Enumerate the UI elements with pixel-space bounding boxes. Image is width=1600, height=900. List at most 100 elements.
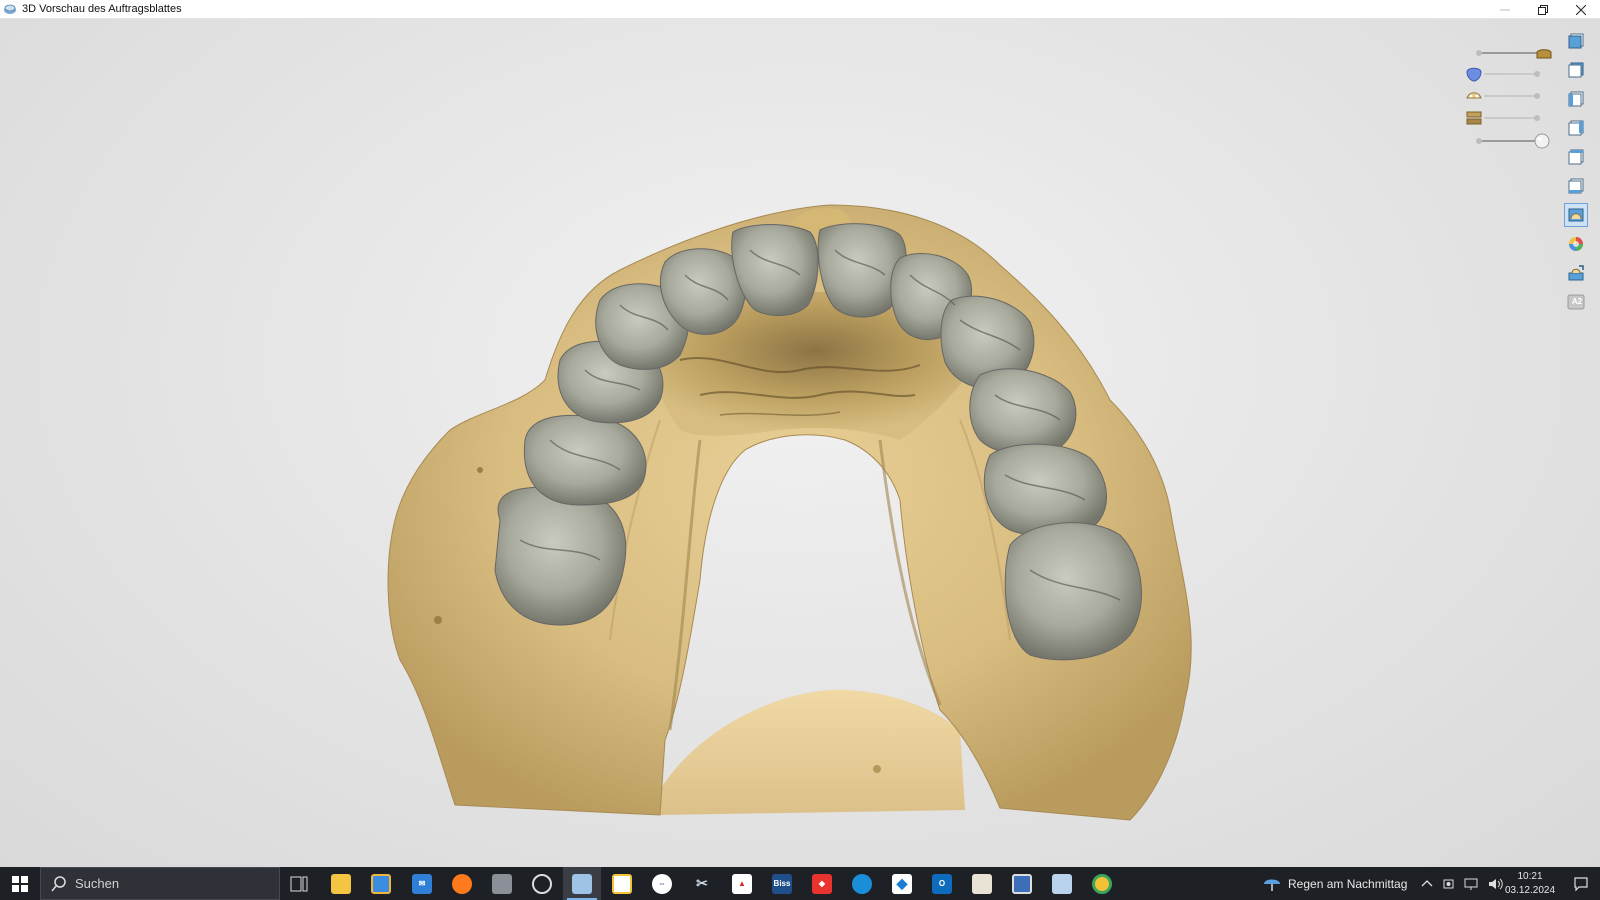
view-back-button[interactable] (1564, 58, 1588, 82)
view-occlusal-icon (1568, 208, 1584, 222)
view-top-button[interactable] (1564, 145, 1588, 169)
view-toolbar: A2 (1564, 29, 1590, 319)
taskbar-scissors-app[interactable]: ✂ (683, 867, 721, 900)
model-base-icon (1536, 49, 1552, 59)
file-explorer-icon (331, 873, 351, 894)
close-button[interactable] (1562, 0, 1600, 19)
dental-viewer-icon (572, 873, 592, 894)
outlook-icon: O (932, 873, 952, 894)
dental-lab-icon (972, 873, 992, 894)
windows-icon (12, 875, 28, 892)
articulator-icon (1466, 111, 1482, 125)
taskbar-calculator[interactable] (1043, 867, 1081, 900)
taskbar-task-view[interactable] (280, 867, 318, 900)
start-button[interactable] (0, 867, 40, 900)
view-front-button[interactable] (1564, 29, 1588, 53)
taskbar-remote-desktop[interactable] (1003, 867, 1041, 900)
taskbar-teamviewer[interactable]: ⇔ (643, 867, 681, 900)
chevron-up-icon[interactable] (1420, 877, 1434, 891)
anydesk-icon: ◆ (812, 873, 832, 894)
slider-upper-jaw[interactable] (1464, 86, 1546, 106)
title-bar: 3D Vorschau des Auftragsblattes (0, 0, 1600, 19)
chrome-like-icon (612, 873, 632, 894)
teamviewer-icon: ⇔ (652, 873, 672, 894)
clock-date: 03.12.2024 (1504, 885, 1556, 896)
taskbar-firefox[interactable] (443, 867, 481, 900)
view-bottom-button[interactable] (1564, 174, 1588, 198)
taskbar-circle-app[interactable] (523, 867, 561, 900)
weather-text: Regen am Nachmittag (1288, 876, 1408, 891)
dental-model[interactable] (0, 19, 1600, 867)
weather-widget[interactable]: Regen am Nachmittag (1262, 867, 1407, 900)
view-occlusal-button[interactable] (1564, 203, 1588, 227)
chrome-icon (1092, 873, 1112, 894)
firefox-icon (452, 873, 472, 894)
search-box[interactable]: Suchen (40, 867, 280, 900)
upper-jaw-icon (1466, 92, 1482, 99)
minimize-icon (1500, 9, 1510, 10)
task-view-icon (290, 876, 308, 891)
system-tray (1420, 867, 1504, 900)
search-icon (51, 875, 66, 891)
restore-button[interactable] (1524, 0, 1562, 19)
calculator-icon (1052, 873, 1072, 894)
view-left-icon (1568, 91, 1584, 107)
view-front-icon (1568, 33, 1584, 49)
store-icon (371, 873, 391, 894)
diamond-app-icon: ◆ (892, 873, 912, 894)
taskbar-camera-app[interactable] (483, 867, 521, 900)
3d-viewport[interactable]: A2 (0, 19, 1600, 867)
clock[interactable]: 10:21 03.12.2024 (1502, 870, 1558, 898)
taskbar-file-explorer[interactable] (322, 867, 360, 900)
slider-sphere[interactable] (1474, 131, 1556, 151)
slider-articulator[interactable] (1464, 108, 1546, 128)
scissors-app-icon: ✂ (696, 875, 708, 891)
view-right-icon (1568, 120, 1584, 136)
window-title: 3D Vorschau des Auftragsblattes (22, 3, 182, 15)
taskbar-chrome-like[interactable] (603, 867, 641, 900)
notification-icon (1574, 876, 1588, 891)
minimize-button[interactable] (1486, 0, 1524, 19)
camera-app-icon (492, 873, 512, 894)
notification-center-button[interactable] (1562, 867, 1600, 900)
close-icon (1576, 4, 1586, 15)
taskbar-biss-app[interactable]: Biss (763, 867, 801, 900)
clock-time: 10:21 (1517, 871, 1543, 882)
taskbar-outlook[interactable]: O (923, 867, 961, 900)
view-bottom-icon (1568, 178, 1584, 194)
view-left-button[interactable] (1564, 87, 1588, 111)
meet-now-icon[interactable] (1442, 877, 1456, 891)
a2-shade-button[interactable]: A2 (1564, 290, 1588, 314)
remote-desktop-icon (1012, 873, 1032, 894)
color-sphere-icon (1569, 237, 1583, 251)
slider-gingiva[interactable] (1464, 64, 1546, 84)
taskbar-edge[interactable] (843, 867, 881, 900)
pdf-app-icon: ▲ (732, 873, 752, 894)
view-right-button[interactable] (1564, 116, 1588, 140)
gingiva-icon (1466, 67, 1482, 82)
taskbar-pdf-app[interactable]: ▲ (723, 867, 761, 900)
app-3d-icon (4, 4, 16, 14)
export-button[interactable] (1564, 261, 1588, 285)
taskbar: Suchen ✉ ⇔ ✂ ▲ Biss ◆ ◆ O Regen am Nachm… (0, 867, 1600, 900)
sphere-icon (1534, 133, 1550, 149)
taskbar-anydesk[interactable]: ◆ (803, 867, 841, 900)
network-icon[interactable] (1464, 877, 1480, 891)
taskbar-chrome[interactable] (1083, 867, 1121, 900)
rain-umbrella-icon (1264, 879, 1280, 891)
circle-app-icon (532, 873, 552, 894)
a2-shade-label: A2 (1571, 297, 1583, 306)
color-sphere-button[interactable] (1564, 232, 1588, 256)
biss-app-icon: Biss (772, 873, 792, 894)
taskbar-diamond-app[interactable]: ◆ (883, 867, 921, 900)
search-placeholder: Suchen (75, 876, 120, 891)
slider-model-base[interactable] (1474, 43, 1556, 63)
taskbar-store[interactable] (362, 867, 400, 900)
taskbar-mail[interactable]: ✉ (403, 867, 441, 900)
restore-icon (1538, 4, 1548, 15)
view-top-icon (1568, 149, 1584, 165)
export-icon (1568, 265, 1584, 281)
taskbar-dental-viewer[interactable] (563, 867, 601, 900)
view-back-icon (1568, 62, 1584, 78)
taskbar-dental-lab[interactable] (963, 867, 1001, 900)
